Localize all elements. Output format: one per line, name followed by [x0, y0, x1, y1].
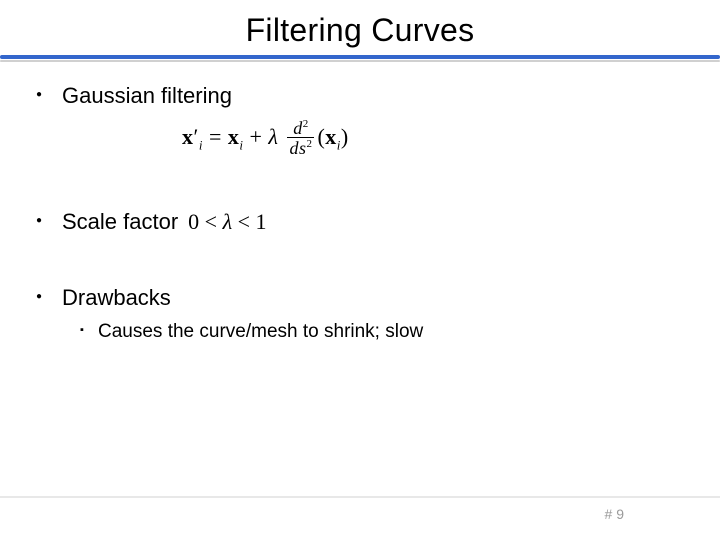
formula-eq: = — [203, 124, 228, 149]
title-underline-blue — [0, 55, 720, 59]
constraint-rhs: < 1 — [232, 209, 266, 234]
formula-numerator: d2 — [287, 119, 314, 138]
formula-denominator: ds2 — [287, 138, 314, 159]
title-underline-shadow — [0, 60, 720, 62]
page-number: # 9 — [605, 506, 624, 522]
formula-sup2-bot: 2 — [306, 138, 312, 150]
slide: Filtering Curves Gaussian filtering x′i … — [0, 0, 720, 540]
formula-x1: x — [182, 124, 194, 149]
formula-d-top: d — [293, 118, 303, 138]
formula-lambda: λ — [268, 124, 278, 149]
constraint-lhs: 0 < — [188, 209, 222, 234]
page-hash: # — [605, 506, 613, 522]
formula-x2: x — [228, 124, 240, 149]
slide-title: Filtering Curves — [30, 12, 690, 49]
title-underline — [30, 55, 690, 65]
bullet-list: Gaussian filtering x′i = xi + λ d2 ds2 (… — [36, 83, 690, 343]
formula-d-bot: d — [289, 138, 299, 158]
formula-rparen: ) — [341, 124, 349, 149]
formula-sup2-top: 2 — [303, 118, 309, 130]
bullet-scale-factor: Scale factor 0 < λ < 1 — [36, 209, 690, 235]
formula-plus: + — [243, 124, 268, 149]
scale-constraint: 0 < λ < 1 — [188, 209, 266, 235]
formula-fraction: d2 ds2 — [287, 119, 314, 159]
bullet-label: Drawbacks — [62, 285, 171, 310]
page-num: 9 — [616, 506, 624, 522]
bullet-label: Gaussian filtering — [62, 83, 232, 108]
gaussian-formula: x′i = xi + λ d2 ds2 (xi) — [182, 119, 690, 159]
footer-rule — [0, 496, 720, 498]
bullet-drawbacks: Drawbacks Causes the curve/mesh to shrin… — [36, 285, 690, 343]
bullet-gaussian: Gaussian filtering x′i = xi + λ d2 ds2 (… — [36, 83, 690, 159]
sub-bullet-label: Causes the curve/mesh to shrink; slow — [98, 321, 423, 342]
bullet-label: Scale factor — [62, 209, 178, 235]
formula-x3: x — [325, 124, 337, 149]
constraint-lambda: λ — [223, 209, 233, 234]
sub-bullet-shrink: Causes the curve/mesh to shrink; slow — [80, 321, 690, 343]
sub-bullet-list: Causes the curve/mesh to shrink; slow — [80, 321, 690, 343]
